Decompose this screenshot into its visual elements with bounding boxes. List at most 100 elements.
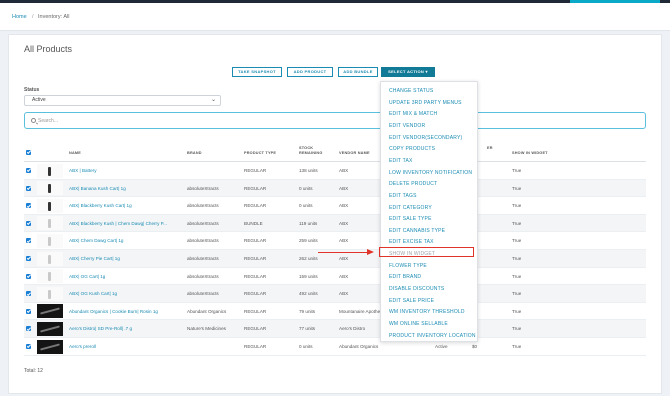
menu-item-edit-brand[interactable]: EDIT BRAND [389, 274, 421, 280]
table-row[interactable]: ABX| OG Cart| 1g absoluteXtracts REGULAR 15… [24, 268, 646, 286]
show-in-widget-cell: True [512, 273, 522, 279]
product-thumbnail [37, 286, 63, 301]
table-row[interactable]: ABX| Chem Dawg Cart| 1g absoluteXtracts RE… [24, 232, 646, 250]
menu-item-edit-tags[interactable]: EDIT TAGS [389, 193, 417, 199]
product-type-cell: REGULAR [244, 291, 267, 297]
show-in-widget-cell: True [512, 220, 522, 226]
stock-cell: 259 units [299, 238, 318, 244]
product-thumbnail [37, 339, 63, 354]
select-all-checkbox[interactable] [26, 150, 31, 155]
search-input[interactable]: Search... [24, 112, 646, 129]
product-type-cell: REGULAR [244, 203, 267, 209]
row-checkbox[interactable] [26, 203, 31, 209]
menu-item-delete-product[interactable]: DELETE PRODUCT [389, 181, 437, 187]
row-checkbox[interactable] [26, 308, 31, 314]
stock-cell: 0 units [299, 344, 313, 349]
column-header-stock[interactable]: STOCK REMAINING [299, 146, 329, 156]
menu-item-edit-sale-price[interactable]: EDIT SALE PRICE [389, 298, 434, 304]
product-name-link[interactable]: ABX| Blackberry Kush | Chem Dawg| Cherry… [69, 221, 177, 226]
show-in-widget-cell: True [512, 168, 522, 173]
menu-item-disable-discounts[interactable]: DISABLE DISCOUNTS [389, 286, 444, 292]
product-image-icon [48, 184, 51, 194]
add-bundle-button[interactable]: ADD BUNDLE [338, 67, 378, 77]
row-checkbox[interactable] [26, 326, 31, 332]
row-checkbox[interactable] [26, 344, 31, 349]
status-select[interactable]: Active ⌄ [24, 95, 221, 106]
brand-cell: absoluteXtracts [187, 203, 219, 209]
product-name-link[interactable]: ABX| Blackberry Kush Cart| 1g [69, 203, 177, 208]
product-name-link[interactable]: Aero's preroll [69, 344, 177, 349]
column-header-brand[interactable]: BRAND [187, 151, 202, 155]
menu-item-copy-products[interactable]: COPY PRODUCTS [389, 146, 435, 152]
total-count: Total: 12 [24, 368, 43, 374]
select-action-menu: CHANGE STATUS UPDATE 3RD PARTY MENUS EDIT … [380, 81, 478, 342]
product-name-link[interactable]: ABX| Banana Kush Cart| 1g [69, 186, 177, 191]
show-in-widget-cell: True [512, 326, 522, 332]
table-row[interactable]: ABX| Blackberry Kush Cart| 1g absoluteXtr… [24, 197, 646, 215]
search-placeholder: Search... [38, 118, 59, 124]
product-name-link[interactable]: ABX| Chem Dawg Cart| 1g [69, 238, 177, 243]
row-checkbox[interactable] [26, 168, 31, 173]
table-row[interactable]: Abundant Organics | Cookie Burn| Rosin 1… [24, 303, 646, 321]
table-row[interactable]: Aero's preroll REGULAR 0 units Abundant Org… [24, 338, 646, 356]
product-name-link[interactable]: ABX| OG Cart| 1g [69, 274, 177, 279]
menu-item-edit-cannabis-type[interactable]: EDIT CANNABIS TYPE [389, 228, 445, 234]
row-checkbox[interactable] [26, 238, 31, 244]
table-row[interactable]: ABX| Banana Kush Cart| 1g absoluteXtracts… [24, 179, 646, 198]
row-checkbox[interactable] [26, 273, 31, 279]
select-action-button[interactable]: SELECT ACTION ▾ [381, 67, 435, 77]
menu-item-edit-vendor[interactable]: EDIT VENDOR [389, 123, 425, 129]
menu-item-low-inventory-notification[interactable]: LOW INVENTORY NOTIFICATION [389, 170, 472, 176]
menu-item-edit-mix-match[interactable]: EDIT MIX & MATCH [389, 111, 437, 117]
column-header-product-type[interactable]: PRODUCT TYPE [244, 151, 276, 155]
menu-item-update-3rd-party-menus[interactable]: UPDATE 3RD PARTY MENUS [389, 100, 462, 106]
product-type-cell: REGULAR [244, 344, 267, 349]
column-header-show-in-widget[interactable]: SHOW IN WIDGET [512, 151, 548, 155]
take-snapshot-button[interactable]: TAKE SNAPSHOT [232, 67, 282, 77]
menu-item-wm-online-sellable[interactable]: WM ONLINE SELLABLE [389, 321, 448, 327]
menu-item-wm-inventory-threshold[interactable]: WM INVENTORY THRESHOLD [389, 309, 465, 315]
brand-cell: absoluteXtracts [187, 238, 219, 244]
row-checkbox[interactable] [26, 291, 31, 297]
product-thumbnail [37, 233, 63, 248]
row-checkbox[interactable] [26, 220, 31, 226]
menu-item-flower-type[interactable]: FLOWER TYPE [389, 263, 427, 269]
table-row[interactable]: Aero's Distro| SD Pre-Roll| .7 g Nature's… [24, 320, 646, 338]
table-row[interactable]: ABX| Blackberry Kush | Chem Dawg| Cherry… [24, 214, 646, 233]
menu-item-edit-sale-type[interactable]: EDIT SALE TYPE [389, 216, 432, 222]
product-thumbnail [37, 269, 63, 284]
product-name-link[interactable]: Abundant Organics | Cookie Burn| Rosin 1… [69, 309, 177, 314]
menu-item-edit-vendor-secondary[interactable]: EDIT VENDOR(SECONDARY) [389, 135, 462, 141]
product-thumbnail [37, 321, 63, 336]
table-row[interactable]: ABX| OG Kush Cart| 1g absoluteXtracts REGU… [24, 285, 646, 303]
product-name-link[interactable]: ABX | Battery [69, 168, 177, 173]
product-type-cell: REGULAR [244, 256, 267, 261]
stock-cell: 79 units [299, 308, 316, 314]
page-title: All Products [24, 44, 73, 54]
product-name-link[interactable]: Aero's Distro| SD Pre-Roll| .7 g [69, 326, 177, 331]
product-image-icon [48, 289, 51, 299]
annotation-arrow-icon [367, 249, 374, 255]
table-row[interactable]: ABX | Battery REGULAR 138 units ABX True [24, 162, 646, 180]
breadcrumb-separator: / [32, 14, 34, 20]
add-product-button[interactable]: ADD PRODUCT [287, 67, 333, 77]
column-header-vendor[interactable]: VENDOR NAME [339, 151, 370, 155]
product-name-link[interactable]: ABX| OG Kush Cart| 1g [69, 291, 177, 296]
product-name-link[interactable]: ABX| Cherry Pie Cart| 1g [69, 256, 177, 261]
product-thumbnail [37, 216, 63, 231]
show-in-widget-cell: True [512, 344, 522, 349]
column-header-name[interactable]: NAME [69, 151, 81, 155]
product-type-cell: REGULAR [244, 326, 267, 332]
product-type-cell: REGULAR [244, 185, 267, 191]
row-checkbox[interactable] [26, 185, 31, 191]
menu-item-product-inventory-location[interactable]: PRODUCT INVENTORY LOCATION [389, 333, 476, 339]
brand-cell: absoluteXtracts [187, 273, 219, 279]
search-icon [31, 118, 36, 123]
menu-item-edit-tax[interactable]: EDIT TAX [389, 158, 413, 164]
menu-item-edit-excise-tax[interactable]: EDIT EXCISE TAX [389, 239, 434, 245]
breadcrumb-home-link[interactable]: Home [12, 14, 27, 20]
menu-item-change-status[interactable]: CHANGE STATUS [389, 88, 433, 94]
column-header-price-partial[interactable]: ER [487, 146, 493, 150]
menu-item-edit-category[interactable]: EDIT CATEGORY [389, 205, 432, 211]
row-checkbox[interactable] [26, 256, 31, 261]
